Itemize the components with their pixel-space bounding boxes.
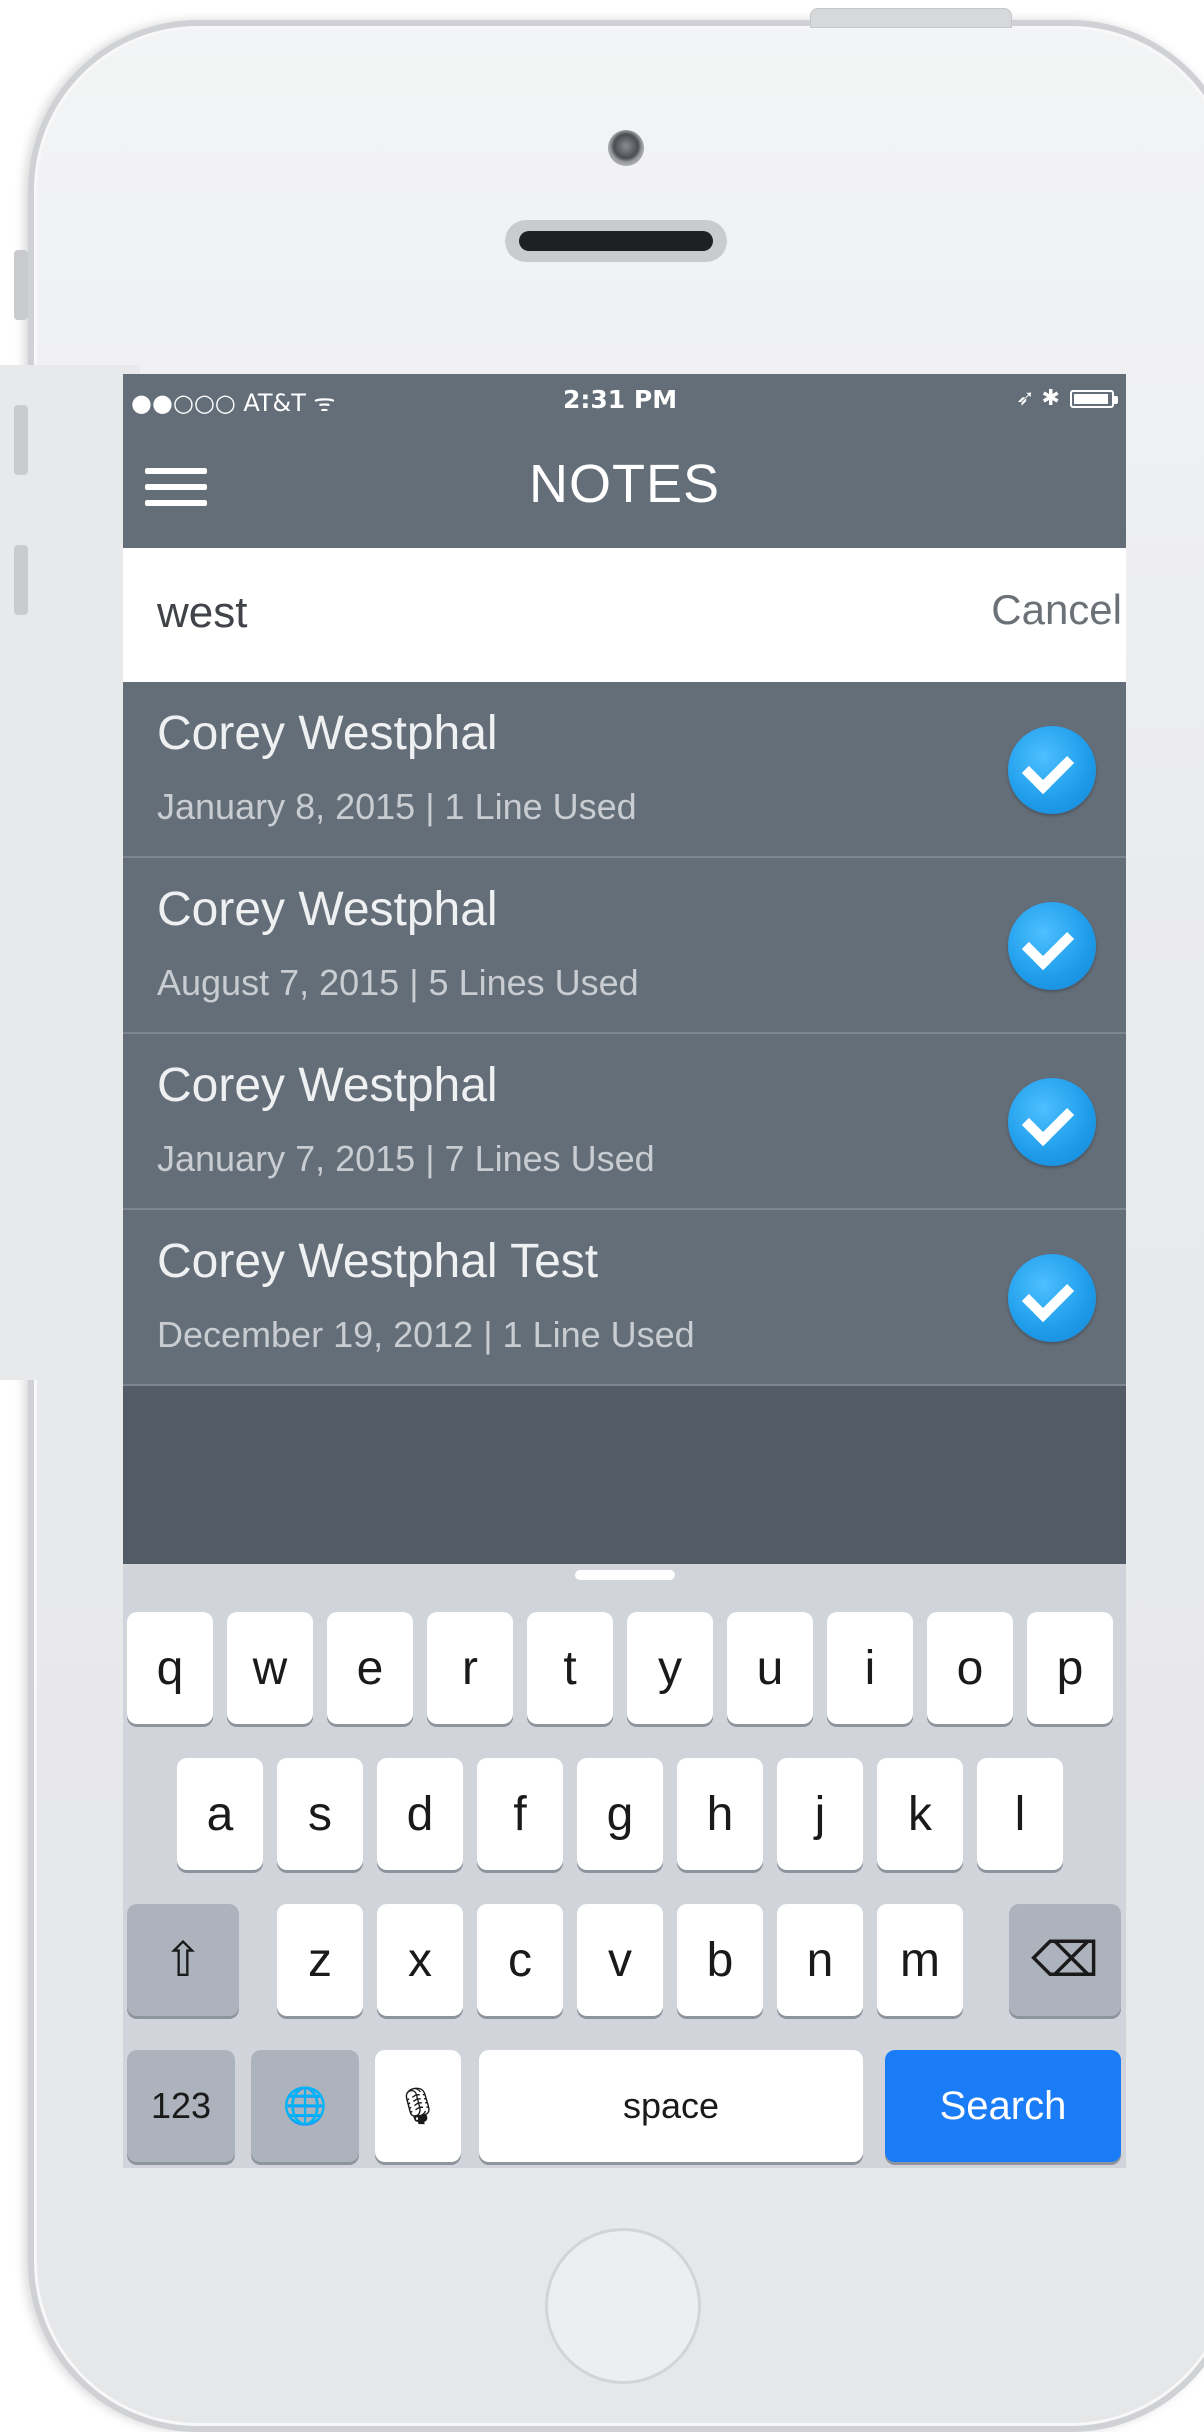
page-title: NOTES bbox=[528, 454, 721, 514]
volume-down-button bbox=[14, 545, 28, 615]
key-n[interactable]: n bbox=[777, 1904, 863, 2016]
key-d[interactable]: d bbox=[377, 1758, 463, 1870]
note-title: Corey Westphal Test bbox=[157, 1235, 599, 1288]
key-e[interactable]: e bbox=[327, 1612, 413, 1724]
key-w[interactable]: w bbox=[227, 1612, 313, 1724]
note-subtitle: January 8, 2015 | 1 Line Used bbox=[157, 786, 637, 827]
status-bar: ●●○○○ AT&T ᯤ 2:31 PM ➶ ✱ bbox=[123, 374, 1126, 428]
search-input[interactable] bbox=[157, 580, 857, 646]
search-button[interactable]: Search bbox=[885, 2050, 1121, 2162]
list-item[interactable]: Corey Westphal August 7, 2015 | 5 Lines … bbox=[123, 858, 1126, 1034]
key-x[interactable]: x bbox=[377, 1904, 463, 2016]
checkmark-icon[interactable] bbox=[1008, 726, 1096, 814]
volume-up-button bbox=[14, 405, 28, 475]
status-time: 2:31 PM bbox=[563, 385, 678, 414]
shift-icon[interactable]: ⇧ bbox=[127, 1904, 239, 2016]
key-s[interactable]: s bbox=[277, 1758, 363, 1870]
status-indicators: ➶ ✱ bbox=[1016, 386, 1118, 411]
key-r[interactable]: r bbox=[427, 1612, 513, 1724]
mute-switch bbox=[14, 250, 28, 320]
background-panel bbox=[0, 365, 140, 1380]
checkmark-icon[interactable] bbox=[1008, 1254, 1096, 1342]
list-item[interactable]: Corey Westphal January 8, 2015 | 1 Line … bbox=[123, 682, 1126, 858]
key-k[interactable]: k bbox=[877, 1758, 963, 1870]
keyboard: q w e r t y u i o p a s d f g h j k l ⇧ … bbox=[123, 1564, 1126, 2168]
key-c[interactable]: c bbox=[477, 1904, 563, 2016]
key-b[interactable]: b bbox=[677, 1904, 763, 2016]
note-title: Corey Westphal bbox=[157, 883, 498, 936]
delete-icon[interactable]: ⌫ bbox=[1009, 1904, 1121, 2016]
key-t[interactable]: t bbox=[527, 1612, 613, 1724]
note-subtitle: August 7, 2015 | 5 Lines Used bbox=[157, 962, 639, 1003]
search-bar: Cancel bbox=[123, 548, 1126, 682]
globe-icon[interactable]: 🌐 bbox=[251, 2050, 359, 2162]
microphone-icon[interactable]: 🎙 bbox=[375, 2050, 461, 2162]
results-list: Corey Westphal January 8, 2015 | 1 Line … bbox=[123, 682, 1126, 1386]
key-u[interactable]: u bbox=[727, 1612, 813, 1724]
note-subtitle: January 7, 2015 | 7 Lines Used bbox=[157, 1138, 655, 1179]
nav-bar: NOTES bbox=[123, 428, 1126, 548]
numbers-key[interactable]: 123 bbox=[127, 2050, 235, 2162]
key-a[interactable]: a bbox=[177, 1758, 263, 1870]
location-bluetooth-icons: ➶ ✱ bbox=[1016, 386, 1060, 411]
key-q[interactable]: q bbox=[127, 1612, 213, 1724]
key-m[interactable]: m bbox=[877, 1904, 963, 2016]
keyboard-handle bbox=[575, 1570, 675, 1580]
key-v[interactable]: v bbox=[577, 1904, 663, 2016]
key-y[interactable]: y bbox=[627, 1612, 713, 1724]
earpiece-speaker bbox=[505, 220, 727, 262]
note-subtitle: December 19, 2012 | 1 Line Used bbox=[157, 1314, 695, 1355]
key-o[interactable]: o bbox=[927, 1612, 1013, 1724]
note-title: Corey Westphal bbox=[157, 707, 498, 760]
list-item[interactable]: Corey Westphal January 7, 2015 | 7 Lines… bbox=[123, 1034, 1126, 1210]
phone-screen: ●●○○○ AT&T ᯤ 2:31 PM ➶ ✱ NOTES Cancel Co… bbox=[123, 374, 1126, 2168]
checkmark-icon[interactable] bbox=[1008, 1078, 1096, 1166]
note-title: Corey Westphal bbox=[157, 1059, 498, 1112]
space-key[interactable]: space bbox=[479, 2050, 863, 2162]
list-item[interactable]: Corey Westphal Test December 19, 2012 | … bbox=[123, 1210, 1126, 1386]
key-l[interactable]: l bbox=[977, 1758, 1063, 1870]
home-button[interactable] bbox=[545, 2228, 701, 2384]
key-g[interactable]: g bbox=[577, 1758, 663, 1870]
key-h[interactable]: h bbox=[677, 1758, 763, 1870]
cancel-button[interactable]: Cancel bbox=[991, 586, 1122, 634]
front-camera bbox=[608, 130, 644, 166]
key-j[interactable]: j bbox=[777, 1758, 863, 1870]
power-button bbox=[810, 8, 1012, 28]
battery-icon bbox=[1070, 389, 1118, 408]
key-z[interactable]: z bbox=[277, 1904, 363, 2016]
key-f[interactable]: f bbox=[477, 1758, 563, 1870]
carrier-signal: ●●○○○ AT&T ᯤ bbox=[131, 389, 336, 417]
key-p[interactable]: p bbox=[1027, 1612, 1113, 1724]
key-i[interactable]: i bbox=[827, 1612, 913, 1724]
checkmark-icon[interactable] bbox=[1008, 902, 1096, 990]
